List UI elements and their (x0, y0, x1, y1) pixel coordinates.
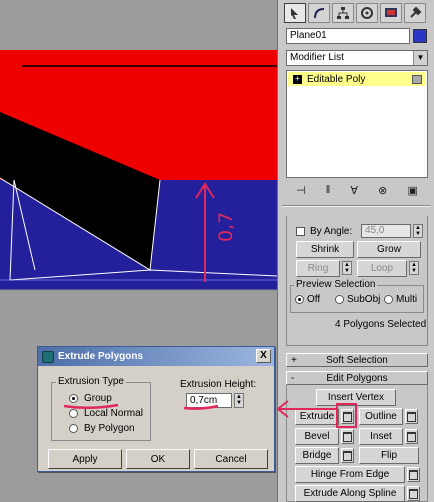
app-root: 0,7 Plane01 Modifier List ▼ + Editable P… (0, 0, 434, 502)
highlight-box (336, 403, 357, 428)
underline-group-mark (63, 403, 119, 409)
annotation-overlay (63, 400, 357, 428)
underline-height-mark (183, 404, 219, 410)
